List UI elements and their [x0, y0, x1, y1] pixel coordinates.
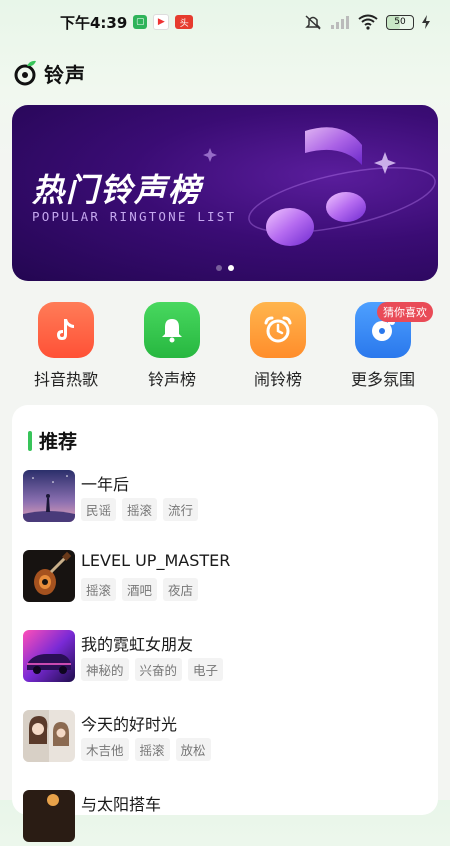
- carousel-dot[interactable]: [216, 265, 222, 271]
- banner-carousel[interactable]: 热门铃声榜 POPULAR RINGTONE LIST: [12, 105, 438, 281]
- carousel-dot-active[interactable]: [228, 265, 234, 271]
- quick-nav-label: 抖音热歌: [33, 370, 98, 389]
- signal-icon: [331, 16, 349, 29]
- quick-nav-label: 铃声榜: [147, 370, 196, 389]
- section-accent-bar: [28, 430, 32, 451]
- song-list-item[interactable]: LEVEL UP_MASTER 摇滚 酒吧 夜店: [23, 550, 423, 606]
- news-notification-icon: 头: [175, 15, 194, 29]
- song-tag[interactable]: 电子: [188, 658, 224, 681]
- app-logo-icon: [14, 60, 36, 86]
- song-tag[interactable]: 神秘的: [81, 658, 129, 681]
- song-title: 我的霓虹女朋友: [81, 635, 194, 654]
- song-cover: [23, 630, 75, 682]
- quick-nav-label: 闹铃榜: [253, 370, 302, 389]
- guess-you-like-badge: 猜你喜欢: [377, 302, 433, 322]
- app-header: 铃声: [14, 58, 86, 88]
- song-title: 今天的好时光: [81, 715, 178, 734]
- quick-nav-label: 更多氛围: [350, 370, 415, 389]
- recommend-title: 推荐: [39, 431, 78, 453]
- song-tags: 神秘的 兴奋的 电子: [81, 658, 224, 681]
- mute-icon: [305, 15, 321, 30]
- battery-indicator: 50: [386, 14, 414, 30]
- recommend-header: 推荐: [28, 427, 77, 454]
- song-tags: 木吉他 摇滚 放松: [81, 738, 211, 761]
- status-time: 下午4:39: [60, 13, 128, 32]
- song-tag[interactable]: 摇滚: [81, 578, 117, 601]
- song-tag[interactable]: 木吉他: [81, 738, 129, 761]
- play-notification-icon: ▶: [153, 14, 170, 30]
- song-title: 与太阳搭车: [81, 795, 162, 814]
- alarm-clock-icon: [250, 302, 306, 358]
- song-tag[interactable]: 放松: [175, 738, 211, 761]
- quick-nav-alarm-chart[interactable]: 闹铃榜: [228, 302, 328, 390]
- charging-icon: [422, 15, 430, 29]
- quick-nav-douyin[interactable]: 抖音热歌: [16, 302, 116, 390]
- song-list-item[interactable]: 一年后 民谣 摇滚 流行: [23, 470, 423, 526]
- song-cover: [23, 790, 75, 842]
- song-list-item[interactable]: 与太阳搭车: [23, 790, 423, 846]
- bell-icon: [144, 302, 200, 358]
- tiktok-icon: [38, 302, 94, 358]
- song-cover: [23, 470, 75, 522]
- song-tag[interactable]: 酒吧: [122, 578, 158, 601]
- banner-title: 热门铃声榜: [32, 171, 203, 209]
- quick-nav-ringtone-chart[interactable]: 铃声榜: [122, 302, 222, 390]
- song-tag[interactable]: 民谣: [81, 498, 117, 521]
- song-title: LEVEL UP_MASTER: [81, 551, 231, 570]
- song-list-item[interactable]: 今天的好时光 木吉他 摇滚 放松: [23, 710, 423, 766]
- song-title: 一年后: [81, 475, 130, 494]
- song-tag[interactable]: 摇滚: [134, 738, 170, 761]
- song-tag[interactable]: 兴奋的: [134, 658, 183, 681]
- song-cover: [23, 710, 75, 762]
- quick-nav-more-vibes[interactable]: 更多氛围 猜你喜欢: [333, 302, 433, 390]
- song-tag[interactable]: 夜店: [163, 578, 199, 601]
- app-notification-icon: ▢: [133, 15, 148, 29]
- song-tags: 摇滚 酒吧 夜店: [81, 578, 199, 601]
- song-cover: [23, 550, 75, 602]
- song-list-item[interactable]: 我的霓虹女朋友 神秘的 兴奋的 电子: [23, 630, 423, 686]
- quick-nav: 抖音热歌 铃声榜 闹铃榜 更多氛围 猜你喜欢: [0, 302, 450, 392]
- carousel-indicator: [12, 265, 438, 271]
- app-title: 铃声: [44, 62, 86, 87]
- song-tag[interactable]: 摇滚: [122, 498, 158, 521]
- wifi-icon: [358, 14, 378, 30]
- recommend-section: 推荐 一年后 民谣 摇滚 流行 LEVEL UP_MASTER 摇滚 酒吧 夜店…: [12, 405, 438, 842]
- banner-subtitle: POPULAR RINGTONE LIST: [32, 209, 237, 224]
- song-tags: 民谣 摇滚 流行: [81, 498, 199, 521]
- status-bar: 下午4:39 ▢ ▶ 头 50: [0, 0, 450, 44]
- song-tag[interactable]: 流行: [163, 498, 199, 521]
